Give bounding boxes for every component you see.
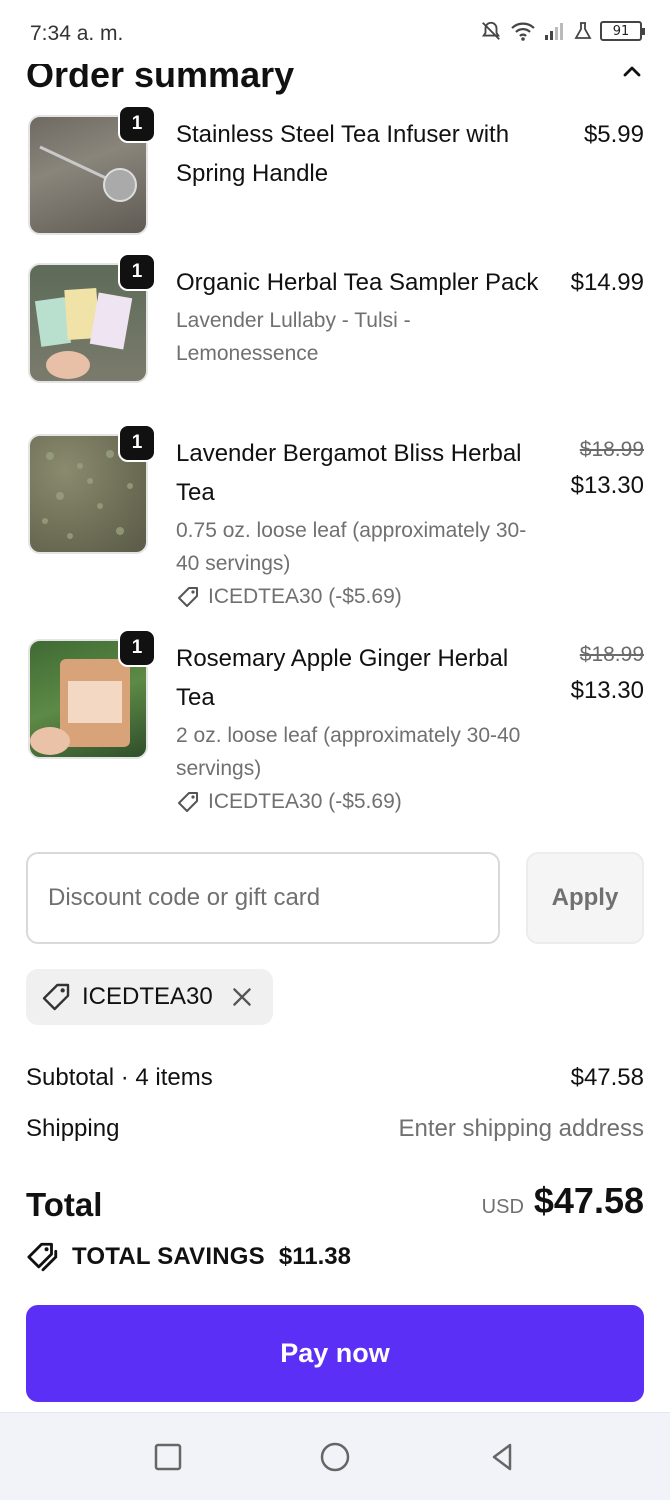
line-item: 1 Lavender Bergamot Bliss Herbal Tea 0.7… — [26, 424, 644, 614]
tag-icon — [178, 586, 198, 607]
total-amount: USD $47.58 — [482, 1180, 644, 1222]
line-item: 1 Stainless Steel Tea Infuser with Sprin… — [26, 105, 644, 235]
price-original: $18.99 — [579, 438, 644, 461]
applied-discount-code: ICEDTEA30 — [82, 983, 213, 1010]
close-icon[interactable] — [229, 984, 255, 1010]
lab-flask-icon — [574, 22, 592, 39]
discount-code-input[interactable]: Discount code or gift card — [26, 852, 500, 944]
total-value: $47.58 — [533, 1180, 644, 1221]
notifications-off-icon — [481, 21, 501, 40]
item-discount: ICEDTEA30 (-$5.69) — [176, 580, 546, 613]
quantity-badge: 1 — [118, 629, 156, 667]
quantity-badge: 1 — [118, 105, 156, 143]
product-thumbnail: 1 — [26, 629, 156, 763]
price-original: $18.99 — [579, 643, 644, 666]
system-navigation-bar — [0, 1412, 670, 1500]
item-name: Rosemary Apple Ginger Herbal Tea — [176, 645, 509, 711]
product-thumbnail: 1 — [26, 253, 156, 387]
subtotal-value: $47.58 — [570, 1064, 644, 1091]
status-time: 7:34 a. m. — [30, 22, 124, 45]
recents-square-icon[interactable] — [150, 1439, 186, 1475]
home-circle-icon[interactable] — [317, 1439, 353, 1475]
item-discount-code: ICEDTEA30 (-$5.69) — [208, 585, 402, 608]
item-discount: ICEDTEA30 (-$5.69) — [176, 785, 546, 818]
item-variant: Lavender Lullaby - Tulsi - Lemonessence — [176, 309, 411, 365]
item-discount-code: ICEDTEA30 (-$5.69) — [208, 790, 402, 813]
pay-now-button[interactable]: Pay now — [26, 1305, 644, 1402]
shipping-label: Shipping — [26, 1115, 120, 1142]
item-info: Lavender Bergamot Bliss Herbal Tea 0.75 … — [176, 434, 546, 613]
price-current: $5.99 — [583, 121, 644, 148]
subtotal-row: Subtotal · 4 items $47.58 — [26, 1064, 644, 1092]
item-info: Organic Herbal Tea Sampler Pack Lavender… — [176, 263, 546, 370]
quantity-badge: 1 — [118, 253, 156, 291]
total-row: Total USD $47.58 — [26, 1180, 644, 1230]
status-bar: 7:34 a. m. 91 — [0, 0, 670, 64]
shipping-row: Shipping Enter shipping address — [26, 1115, 644, 1143]
price-current: $13.30 — [570, 472, 644, 499]
line-item: 1 Rosemary Apple Ginger Herbal Tea 2 oz.… — [26, 629, 644, 819]
price-current: $14.99 — [570, 269, 644, 296]
subtotal-label: Subtotal · 4 items — [26, 1064, 213, 1091]
price-current: $13.30 — [570, 677, 644, 704]
tag-icon — [42, 983, 70, 1011]
item-name: Stainless Steel Tea Infuser with Spring … — [176, 121, 510, 187]
item-name: Lavender Bergamot Bliss Herbal Tea — [176, 440, 522, 506]
quantity-badge: 1 — [118, 424, 156, 462]
total-label: Total — [26, 1186, 103, 1223]
status-icons: 91 — [480, 20, 645, 42]
shipping-value: Enter shipping address — [398, 1115, 644, 1142]
item-price: $18.99 $13.30 — [571, 639, 644, 710]
item-info: Stainless Steel Tea Infuser with Spring … — [176, 115, 546, 193]
item-price: $5.99 — [584, 115, 644, 154]
currency-code: USD — [481, 1196, 524, 1218]
line-item: 1 Organic Herbal Tea Sampler Pack Lavend… — [26, 253, 644, 403]
battery-indicator: 91 — [600, 21, 645, 41]
tags-icon — [27, 1242, 58, 1272]
product-thumbnail: 1 — [26, 105, 156, 239]
product-thumbnail: 1 — [26, 424, 156, 558]
tag-icon — [178, 791, 198, 812]
item-variant: 2 oz. loose leaf (approximately 30-40 se… — [176, 724, 521, 780]
apply-button[interactable]: Apply — [526, 852, 644, 944]
item-price: $14.99 — [571, 263, 644, 302]
signal-icon — [545, 23, 563, 40]
item-info: Rosemary Apple Ginger Herbal Tea 2 oz. l… — [176, 639, 546, 818]
back-triangle-icon[interactable] — [484, 1439, 520, 1475]
item-name: Organic Herbal Tea Sampler Pack — [176, 269, 539, 296]
total-savings-row: TOTAL SAVINGS $11.38 — [26, 1240, 351, 1274]
item-price: $18.99 $13.30 — [571, 434, 644, 505]
savings-label: TOTAL SAVINGS — [72, 1243, 265, 1270]
wifi-icon — [511, 22, 535, 41]
applied-discount-chip: ICEDTEA30 — [26, 969, 273, 1025]
savings-value: $11.38 — [278, 1243, 351, 1270]
item-variant: 0.75 oz. loose leaf (approximately 30-40… — [176, 519, 527, 575]
discount-code-placeholder: Discount code or gift card — [48, 884, 321, 911]
